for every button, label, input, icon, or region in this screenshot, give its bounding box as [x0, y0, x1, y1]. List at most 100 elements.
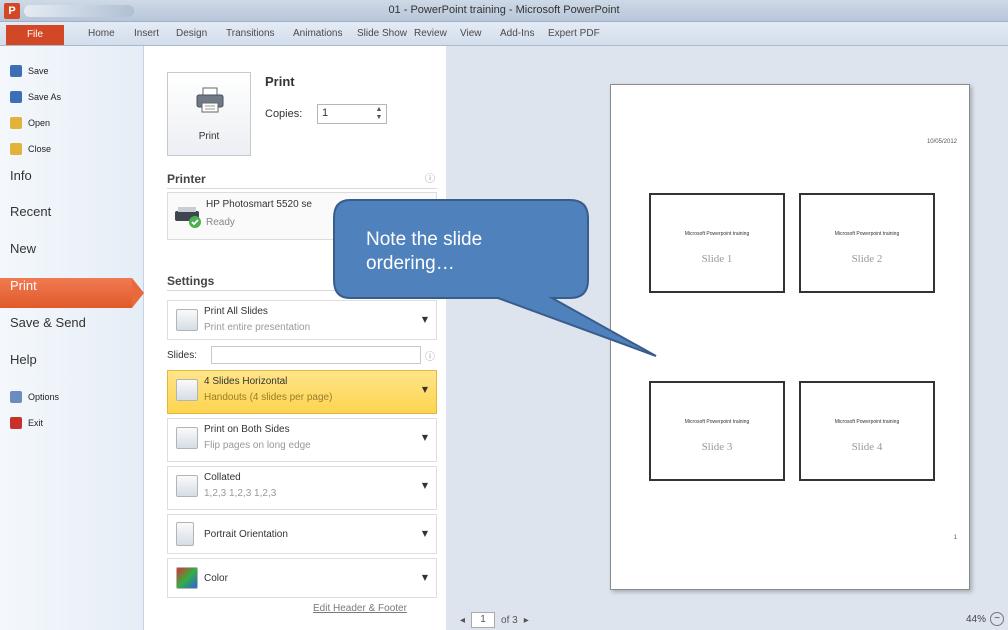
copies-value: 1 [322, 107, 329, 119]
collation-dropdown[interactable]: Collated 1,2,3 1,2,3 1,2,3 ▼ [167, 466, 437, 510]
print-range-title: Print All Slides [204, 306, 268, 317]
preview-page: 10/05/2012 Microsoft Powerpoint training… [610, 84, 970, 590]
nav-print[interactable]: Print [0, 278, 144, 308]
thumbnail-title: Microsoft Powerpoint training [834, 231, 900, 237]
page-navigator: ◂ 1 of 3 ▸ [460, 612, 529, 628]
print-range-subtitle: Print entire presentation [204, 322, 311, 333]
duplex-subtitle: Flip pages on long edge [204, 440, 311, 451]
printer-divider [167, 188, 437, 189]
printer-info-icon[interactable]: ⓘ [425, 170, 435, 185]
tab-slide-show[interactable]: Slide Show [357, 28, 407, 39]
open-folder-icon [10, 117, 22, 129]
callout-text: Note the slide ordering… [366, 228, 566, 276]
options-icon [10, 391, 22, 403]
tab-review[interactable]: Review [414, 28, 447, 39]
nav-recent[interactable]: Recent [0, 204, 144, 234]
chevron-down-icon: ▼ [421, 385, 428, 394]
thumbnail-slide-label: Slide 3 [701, 441, 733, 453]
copies-input[interactable]: 1 ▲ ▼ [317, 104, 387, 124]
printer-heading: Printer [167, 172, 206, 186]
nav-exit-label: Exit [28, 418, 44, 428]
thumbnail-title: Microsoft Powerpoint training [834, 419, 900, 425]
callout-line-2: ordering… [366, 253, 455, 274]
print-button-label: Print [198, 131, 220, 142]
color-title: Color [204, 573, 228, 584]
tab-insert[interactable]: Insert [134, 28, 159, 39]
color-icon [176, 567, 198, 589]
nav-options-label: Options [28, 392, 60, 402]
duplex-dropdown[interactable]: Print on Both Sides Flip pages on long e… [167, 418, 437, 462]
nav-help[interactable]: Help [0, 352, 144, 382]
chevron-down-icon: ▼ [421, 481, 428, 490]
thumbnail-title: Microsoft Powerpoint training [684, 419, 750, 425]
orientation-dropdown[interactable]: Portrait Orientation ▼ [167, 514, 437, 554]
page-total: of 3 [501, 614, 518, 626]
backstage-nav: Save Save As Open Close Info Recent New … [0, 46, 144, 630]
edit-header-footer-link[interactable]: Edit Header & Footer [313, 603, 407, 614]
duplex-title: Print on Both Sides [204, 424, 290, 435]
save-as-icon [10, 91, 22, 103]
copies-label: Copies: [265, 108, 303, 120]
tab-home[interactable]: Home [88, 28, 115, 39]
callout-line-1: Note the slide [366, 229, 483, 250]
slides-label: Slides: [167, 350, 198, 361]
collation-title: Collated [204, 472, 241, 483]
settings-heading: Settings [167, 274, 215, 288]
chevron-down-icon: ▼ [421, 529, 428, 538]
previous-page-icon[interactable]: ◂ [460, 615, 465, 626]
layout-subtitle: Handouts (4 slides per page) [204, 392, 333, 403]
duplex-icon [176, 427, 198, 449]
nav-exit-command[interactable]: Exit [10, 414, 43, 432]
tab-add-ins[interactable]: Add-Ins [500, 28, 534, 39]
collation-subtitle: 1,2,3 1,2,3 1,2,3 [204, 488, 277, 499]
next-page-icon[interactable]: ▸ [524, 615, 529, 626]
tab-transitions[interactable]: Transitions [226, 28, 275, 39]
nav-info[interactable]: Info [0, 168, 144, 198]
zoom-control: 44% − [966, 612, 1004, 626]
printer-name: HP Photosmart 5520 se [206, 199, 312, 210]
tab-file[interactable]: File [6, 25, 64, 45]
print-heading: Print [265, 74, 295, 89]
nav-new[interactable]: New [0, 241, 144, 271]
copies-spinner[interactable]: ▲ ▼ [374, 106, 384, 122]
nav-save-and-send[interactable]: Save & Send [0, 315, 144, 345]
collated-icon [176, 475, 198, 497]
nav-save-label: Save [28, 66, 49, 76]
nav-options-command[interactable]: Options [10, 388, 59, 406]
nav-close-label: Close [28, 144, 52, 154]
tab-animations[interactable]: Animations [293, 28, 342, 39]
exit-icon [10, 417, 22, 429]
thumbnail-slide-label: Slide 2 [851, 253, 883, 265]
chevron-down-icon: ▼ [421, 433, 428, 442]
tab-design[interactable]: Design [176, 28, 207, 39]
tab-view[interactable]: View [460, 28, 482, 39]
thumbnail-title: Microsoft Powerpoint training [684, 231, 750, 237]
nav-save-command[interactable]: Save [10, 62, 49, 80]
nav-close-command[interactable]: Close [10, 140, 51, 158]
portrait-icon [176, 522, 194, 546]
save-icon [10, 65, 22, 77]
nav-open-command[interactable]: Open [10, 114, 50, 132]
thumbnail-slide-label: Slide 1 [701, 253, 733, 265]
zoom-level[interactable]: 44% [966, 614, 986, 625]
close-folder-icon [10, 143, 22, 155]
color-dropdown[interactable]: Color ▼ [167, 558, 437, 598]
printer-device-icon [175, 207, 201, 228]
zoom-out-icon[interactable]: − [990, 612, 1004, 626]
current-page-input[interactable]: 1 [471, 612, 496, 628]
slide-thumbnail: Microsoft Powerpoint training Slide 2 [799, 193, 935, 293]
nav-save-as-command[interactable]: Save As [10, 88, 61, 106]
nav-open-label: Open [28, 118, 51, 128]
tab-expert-pdf[interactable]: Expert PDF [548, 28, 600, 39]
print-all-slides-icon [176, 309, 198, 331]
print-button[interactable]: Print [167, 72, 251, 156]
page-date: 10/05/2012 [926, 139, 957, 145]
window-title: 01 - PowerPoint training - Microsoft Pow… [388, 4, 620, 16]
handout-layout-icon [176, 379, 198, 401]
layout-dropdown[interactable]: 4 Slides Horizontal Handouts (4 slides p… [167, 370, 437, 414]
thumbnail-slide-label: Slide 4 [851, 441, 883, 453]
printer-status: Ready [206, 217, 235, 228]
title-bar: P 01 - PowerPoint training - Microsoft P… [0, 0, 1008, 22]
slide-thumbnail: Microsoft Powerpoint training Slide 4 [799, 381, 935, 481]
slide-thumbnail: Microsoft Powerpoint training Slide 3 [649, 381, 785, 481]
